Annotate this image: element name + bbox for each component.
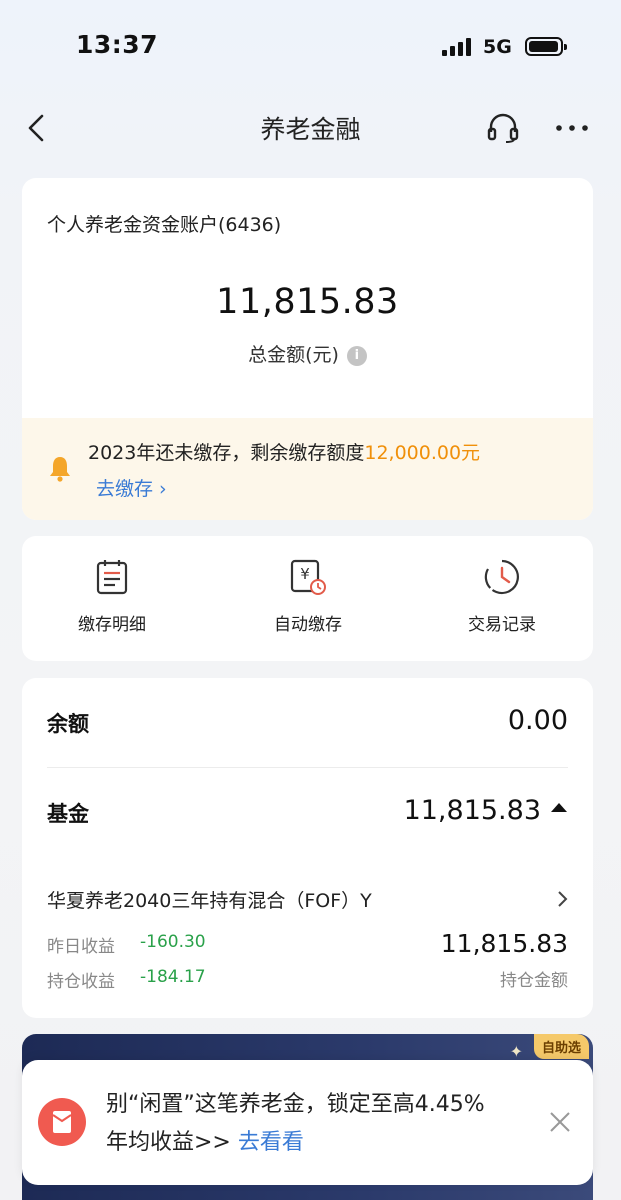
fund-name[interactable]: 华夏养老2040三年持有混合（FOF）Y (47, 886, 372, 913)
fund-total-value: 11,815.83 (403, 795, 541, 826)
battery-icon (525, 37, 567, 56)
yuan-clock-icon: ¥ (290, 559, 326, 595)
quick-actions-card: 缴存明细 ¥ 自动缴存 交易记录 (22, 536, 593, 661)
holdings-card: 余额 0.00 基金 11,815.83 华夏养老2040三年持有混合（FOF）… (22, 678, 593, 1018)
collapse-icon[interactable] (551, 803, 567, 812)
notice-message: 2023年还未缴存，剩余缴存额度 (88, 442, 365, 464)
contribution-notice: 2023年还未缴存，剩余缴存额度12,000.00元 去缴存 › (22, 418, 593, 520)
yesterday-label: 昨日收益 (47, 937, 115, 957)
total-label: 总金额(元) (248, 344, 339, 366)
svg-text:¥: ¥ (300, 565, 310, 583)
holding-gain-value: -184.17 (140, 967, 206, 987)
action-auto-contribution[interactable]: ¥ 自动缴存 (243, 558, 373, 635)
divider (47, 767, 568, 768)
promo-link[interactable]: 去看看 (238, 1130, 304, 1155)
bell-icon (50, 457, 70, 482)
total-label-row: 总金额(元) i (22, 340, 593, 367)
account-card: 个人养老金资金账户(6436) 11,815.83 总金额(元) i 2023年还… (22, 178, 593, 520)
fund-amount-label: 持仓金额 (500, 971, 568, 991)
action-label: 自动缴存 (274, 615, 342, 635)
red-envelope-icon (38, 1098, 86, 1146)
cash-value: 0.00 (507, 705, 568, 736)
notice-amount: 12,000.00元 (364, 442, 481, 464)
network-label: 5G (483, 36, 512, 58)
yesterday-value: -160.30 (140, 932, 206, 952)
banner-tag: 自助选 (533, 1034, 589, 1059)
action-transaction-history[interactable]: 交易记录 (437, 558, 567, 635)
notice-text: 2023年还未缴存，剩余缴存额度12,000.00元 (88, 438, 480, 465)
fund-label: 基金 (47, 802, 89, 826)
chevron-right-icon[interactable] (556, 890, 568, 908)
cash-label: 余额 (47, 712, 89, 736)
total-amount: 11,815.83 (216, 282, 399, 322)
status-time: 13:37 (76, 30, 159, 59)
history-clock-icon (484, 559, 519, 595)
list-document-icon (96, 560, 128, 595)
sparkle-icon: ✦ (509, 1042, 523, 1061)
info-icon[interactable]: i (346, 346, 367, 366)
more-icon[interactable] (554, 118, 590, 138)
headset-icon[interactable] (486, 112, 520, 144)
contribute-link[interactable]: 去缴存 › (96, 474, 167, 501)
account-title: 个人养老金资金账户(6436) (47, 214, 282, 236)
signal-icon (442, 38, 471, 56)
fund-amount: 11,815.83 (440, 929, 568, 958)
promo-popup[interactable]: 别“闲置”这笔养老金，锁定至高4.45%年均收益>> 去看看 (22, 1060, 593, 1185)
action-contribution-details[interactable]: 缴存明细 (47, 558, 177, 635)
page-title: 养老金融 (260, 115, 361, 144)
close-icon[interactable] (548, 1110, 572, 1134)
promo-text: 别“闲置”这笔养老金，锁定至高4.45%年均收益>> 去看看 (106, 1086, 486, 1162)
holding-gain-label: 持仓收益 (47, 972, 115, 992)
action-label: 缴存明细 (78, 615, 146, 635)
action-label: 交易记录 (468, 615, 536, 635)
